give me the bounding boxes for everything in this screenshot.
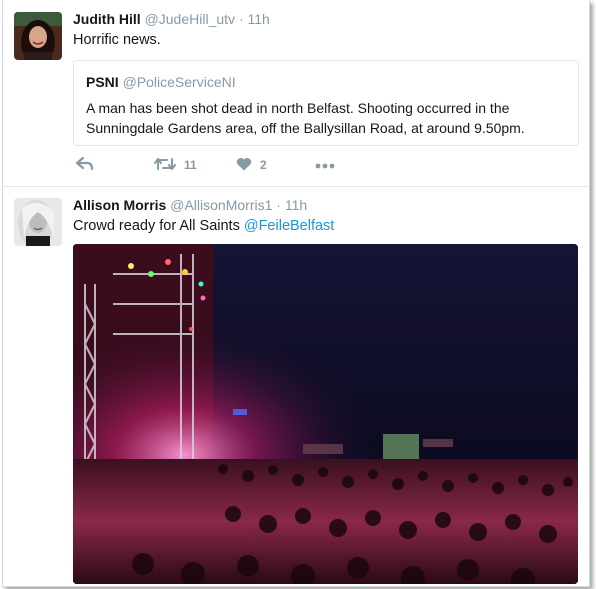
reply-icon bbox=[75, 156, 94, 174]
avatar[interactable] bbox=[14, 12, 62, 60]
timestamp[interactable]: 11h bbox=[248, 11, 270, 27]
tweet-header: Judith Hill @JudeHill_utv · 11h bbox=[73, 11, 270, 27]
tweet[interactable]: Allison Morris @AllisonMorris1 · 11h Cro… bbox=[3, 187, 589, 586]
more-button[interactable] bbox=[315, 155, 335, 175]
quoted-author-name: PSNI bbox=[86, 74, 119, 90]
mention-link[interactable]: @FeileBelfast bbox=[244, 218, 334, 234]
quoted-header: PSNI @PoliceServiceNI bbox=[86, 74, 236, 90]
like-count: 2 bbox=[260, 158, 267, 172]
quoted-tweet[interactable]: PSNI @PoliceServiceNI A man has been sho… bbox=[73, 60, 579, 146]
tweet-photo[interactable] bbox=[73, 244, 578, 584]
separator: · bbox=[238, 11, 244, 27]
tweet-actions: 11 2 bbox=[73, 155, 373, 175]
timestamp[interactable]: 11h bbox=[285, 197, 307, 213]
reply-button[interactable] bbox=[75, 155, 94, 175]
more-dots-icon bbox=[315, 158, 335, 172]
separator: · bbox=[276, 197, 281, 213]
tweet[interactable]: Judith Hill @JudeHill_utv · 11h Horrific… bbox=[3, 0, 589, 187]
retweet-icon bbox=[154, 157, 176, 174]
quoted-author-handle: @PoliceServiceNI bbox=[122, 74, 236, 90]
author-name[interactable]: Judith Hill bbox=[73, 11, 141, 27]
heart-icon bbox=[236, 157, 252, 174]
retweet-count: 11 bbox=[184, 158, 197, 172]
tweet-header: Allison Morris @AllisonMorris1 · 11h bbox=[73, 197, 307, 213]
tweet-text: Horrific news. bbox=[73, 32, 161, 48]
tweet-body: Crowd ready for All Saints bbox=[73, 218, 240, 234]
tweet-text: Crowd ready for All Saints @FeileBelfast bbox=[73, 218, 334, 234]
author-handle[interactable]: @AllisonMorris1 bbox=[170, 197, 272, 213]
like-button[interactable]: 2 bbox=[236, 155, 267, 175]
quoted-text: A man has been shot dead in north Belfas… bbox=[86, 100, 525, 136]
timeline: Judith Hill @JudeHill_utv · 11h Horrific… bbox=[2, 0, 590, 587]
retweet-button[interactable]: 11 bbox=[154, 155, 197, 175]
author-name[interactable]: Allison Morris bbox=[73, 197, 166, 213]
avatar[interactable] bbox=[14, 198, 62, 246]
author-handle[interactable]: @JudeHill_utv bbox=[145, 11, 235, 27]
